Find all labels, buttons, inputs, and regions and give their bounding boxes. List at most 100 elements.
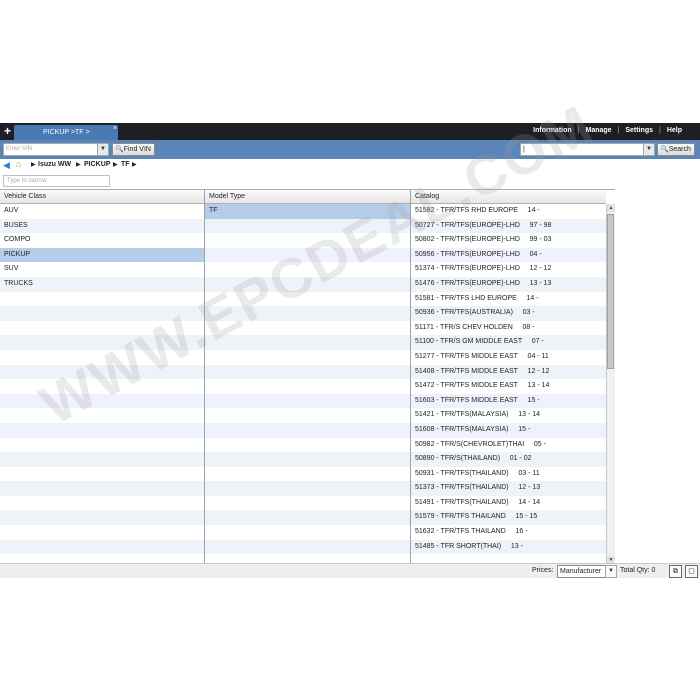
- vehicle-class-header[interactable]: Vehicle Class: [0, 190, 204, 204]
- catalog-row[interactable]: 51171 - TFR/S CHEV HOLDEN 08 -: [411, 320, 606, 336]
- vehicle-class-row: [0, 291, 204, 307]
- vehicle-class-row[interactable]: PICKUP: [0, 247, 204, 263]
- model-type-row: [205, 510, 410, 526]
- search-label: Search: [668, 146, 691, 153]
- catalog-row[interactable]: 51582 - TFR/TFS RHD EUROPE 14 -: [411, 204, 606, 219]
- vehicle-class-row: [0, 393, 204, 409]
- breadcrumb-pickup[interactable]: PICKUP: [84, 161, 110, 168]
- find-vin-button[interactable]: 🔍Find VIN: [112, 143, 155, 156]
- magnifier-icon: 🔍: [115, 146, 124, 153]
- catalog-row[interactable]: 51100 - TFR/S GM MIDDLE EAST 07 -: [411, 335, 606, 350]
- search-dropdown-icon[interactable]: ▼: [643, 143, 655, 156]
- catalog-row[interactable]: 50802 - TFR/TFS(EUROPE)-LHD 99 - 03: [411, 233, 606, 248]
- model-type-row: [205, 379, 410, 394]
- model-type-list: TF: [205, 204, 410, 564]
- model-type-row: [205, 320, 410, 336]
- catalog-row[interactable]: 51579 - TFR/TFS THAILAND 15 - 15: [411, 510, 606, 526]
- catalog-row[interactable]: 50936 - TFR/TFS(AUSTRALIA) 03 -: [411, 306, 606, 321]
- vehicle-class-row: [0, 495, 204, 511]
- catalog-row[interactable]: 51485 - TFR SHORT(THAI) 13 -: [411, 539, 606, 555]
- vehicle-class-row[interactable]: AUV: [0, 204, 204, 219]
- catalog-row[interactable]: 51608 - TFR/TFS(MALAYSIA) 15 -: [411, 422, 606, 438]
- model-type-row: [205, 291, 410, 307]
- menu-settings[interactable]: Settings: [619, 127, 659, 134]
- catalog-row[interactable]: 51408 - TFR/TFS MIDDLE EAST 12 - 12: [411, 364, 606, 380]
- vehicle-class-row: [0, 364, 204, 380]
- vehicle-class-row[interactable]: BUSES: [0, 218, 204, 234]
- scroll-thumb[interactable]: [607, 214, 614, 369]
- model-type-row[interactable]: TF: [205, 204, 410, 219]
- catalog-scrollbar[interactable]: ▲ ▼: [606, 204, 615, 564]
- catalog-row[interactable]: 51472 - TFR/TFS MIDDLE EAST 13 - 14: [411, 379, 606, 394]
- catalog-row[interactable]: 51603 - TFR/TFS MIDDLE EAST 15 -: [411, 393, 606, 409]
- back-arrow-icon[interactable]: ◀: [3, 160, 10, 171]
- vehicle-class-row: [0, 539, 204, 555]
- model-type-row: [205, 452, 410, 467]
- model-type-header[interactable]: Model Type: [205, 190, 410, 204]
- prices-value: Manufacturer: [560, 568, 602, 575]
- menu-manage[interactable]: Manage: [579, 127, 617, 134]
- catalog-row[interactable]: 51374 - TFR/TFS(EUROPE)-LHD 12 - 12: [411, 262, 606, 277]
- model-type-row: [205, 262, 410, 277]
- catalog-row[interactable]: 51581 - TFR/TFS LHD EUROPE 14 -: [411, 291, 606, 307]
- catalog-row[interactable]: 50727 - TFR/TFS(EUROPE)-LHD 97 - 98: [411, 218, 606, 234]
- prices-dropdown-icon[interactable]: ▼: [605, 565, 617, 578]
- vehicle-class-row[interactable]: SUV: [0, 262, 204, 277]
- model-type-column: Model Type TF: [205, 190, 410, 564]
- catalog-list: 51582 - TFR/TFS RHD EUROPE 14 -50727 - T…: [411, 204, 606, 564]
- catalog-row[interactable]: 50890 - TFR/S(THAILAND) 01 - 02: [411, 452, 606, 467]
- narrow-filter-input[interactable]: Type to narrow: [3, 175, 110, 187]
- catalog-column: Catalog 51582 - TFR/TFS RHD EUROPE 14 -5…: [411, 190, 606, 564]
- total-qty: Total Qty: 0: [620, 567, 656, 574]
- vehicle-class-row: [0, 408, 204, 423]
- model-type-row: [205, 539, 410, 555]
- catalog-row[interactable]: 50956 - TFR/TFS(EUROPE)-LHD 04 -: [411, 247, 606, 263]
- new-tab-plus-icon[interactable]: +: [2, 124, 13, 138]
- scroll-up-icon[interactable]: ▲: [607, 204, 615, 212]
- catalog-header[interactable]: Catalog: [411, 190, 606, 204]
- catalog-row[interactable]: 51632 - TFR/TFS THAILAND 16 -: [411, 525, 606, 540]
- model-type-row: [205, 481, 410, 496]
- vehicle-class-row: [0, 510, 204, 526]
- vin-input[interactable]: Enter VIN: [3, 143, 100, 156]
- vehicle-class-row: [0, 525, 204, 540]
- model-type-row: [205, 218, 410, 234]
- vehicle-class-row: [0, 466, 204, 482]
- model-type-row: [205, 466, 410, 482]
- prices-label: Prices:: [532, 567, 554, 574]
- window-icon[interactable]: ▢: [685, 565, 698, 578]
- catalog-row[interactable]: 51491 - TFR/TFS(THAILAND) 14 - 14: [411, 495, 606, 511]
- menu-information[interactable]: Information: [527, 127, 578, 134]
- catalog-row[interactable]: 51277 - TFR/TFS MIDDLE EAST 04 - 11: [411, 349, 606, 365]
- model-type-row: [205, 349, 410, 365]
- search-input[interactable]: |: [520, 143, 645, 156]
- vehicle-class-column: Vehicle Class AUV BUSES COMPO PICKUP SUV TRUC…: [0, 190, 204, 564]
- model-type-row: [205, 393, 410, 409]
- vin-dropdown-icon[interactable]: ▼: [97, 143, 109, 156]
- tab-pickup-tf[interactable]: PICKUP >TF > ×: [14, 125, 118, 140]
- catalog-row[interactable]: 51421 - TFR/TFS(MALAYSIA) 13 - 14: [411, 408, 606, 423]
- search-button[interactable]: 🔍Search: [657, 143, 695, 156]
- breadcrumb-isuzu[interactable]: Isuzu WW: [38, 161, 71, 168]
- breadcrumb-tf[interactable]: TF: [121, 161, 130, 168]
- breadcrumb-separator-icon: ▶: [132, 162, 137, 168]
- menu-help[interactable]: Help: [661, 127, 688, 134]
- vehicle-class-row: [0, 437, 204, 453]
- vehicle-class-row: [0, 349, 204, 365]
- vehicle-class-row: [0, 379, 204, 394]
- catalog-row[interactable]: 51373 - TFR/TFS(THAILAND) 12 - 13: [411, 481, 606, 496]
- copy-icon[interactable]: ⧉: [669, 565, 682, 578]
- vehicle-class-row[interactable]: COMPO: [0, 233, 204, 248]
- catalog-row[interactable]: 50982 - TFR/S(CHEVROLET)THAI 05 -: [411, 437, 606, 453]
- model-type-row: [205, 437, 410, 453]
- vehicle-class-row: [0, 335, 204, 350]
- tab-close-icon[interactable]: ×: [113, 125, 117, 132]
- catalog-row[interactable]: 50931 - TFR/TFS(THAILAND) 03 - 11: [411, 466, 606, 482]
- vehicle-class-row: [0, 452, 204, 467]
- catalog-row[interactable]: 51476 - TFR/TFS(EUROPE)-LHD 13 - 13: [411, 276, 606, 292]
- vehicle-class-row[interactable]: TRUCKS: [0, 276, 204, 292]
- breadcrumb-separator-icon: ▶: [113, 162, 118, 168]
- model-type-row: [205, 495, 410, 511]
- home-icon[interactable]: ⌂: [16, 159, 21, 169]
- magnifier-icon: 🔍: [660, 146, 669, 153]
